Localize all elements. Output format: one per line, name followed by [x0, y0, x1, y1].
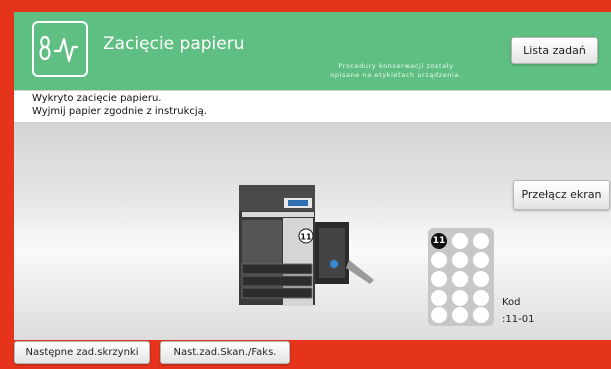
jam-location-keypad: 11 [428, 228, 494, 326]
jam-location-dot [473, 252, 489, 268]
jam-location-marker: 11 [300, 233, 312, 242]
paper-jam-icon [32, 21, 88, 77]
next-scan-fax-job-button[interactable]: Nast.zad.Skan./Faks. [160, 341, 290, 364]
switch-screen-button[interactable]: Przełącz ekran [513, 180, 610, 210]
jam-location-dot [452, 290, 468, 306]
header-bar: Zacięcie papieru Procedury konserwacji z… [14, 12, 611, 90]
maintenance-note: Procedury konserwacji zostały opisane na… [311, 62, 481, 80]
maintenance-note-line1: Procedury konserwacji zostały [338, 62, 454, 70]
jam-location-dot [473, 307, 489, 323]
jam-location-dot [452, 271, 468, 287]
jam-location-dot [431, 290, 447, 306]
jam-location-dot [473, 271, 489, 287]
message-line2: Wyjmij papier zgodnie z instrukcją. [32, 106, 207, 117]
jam-location-dot [431, 307, 447, 323]
jam-location-dot [473, 233, 489, 249]
jam-location-dot [473, 290, 489, 306]
jam-location-dot [431, 271, 447, 287]
jam-location-11: 11 [431, 233, 447, 249]
footer-bar: Następne zad.skrzynki Nast.zad.Skan./Fak… [14, 340, 611, 369]
page-title: Zacięcie papieru [103, 34, 245, 54]
error-code-value: :11-01 [502, 314, 535, 325]
message-bar: Wykryto zacięcie papieru. Wyjmij papier … [14, 90, 611, 122]
next-box-job-button[interactable]: Następne zad.skrzynki [14, 341, 150, 364]
device-screen: Zacięcie papieru Procedury konserwacji z… [0, 0, 611, 369]
message-line1: Wykryto zacięcie papieru. [32, 93, 162, 104]
printer-illustration: 11 [239, 185, 374, 306]
jam-guide-area: Przełącz ekran 11 11 Kod:11-01 [14, 122, 611, 340]
error-code-label: Kod [502, 297, 521, 308]
jam-location-dot [431, 252, 447, 268]
maintenance-note-line2: opisane na etykietach urządzenia. [330, 71, 462, 79]
jam-location-dot [452, 252, 468, 268]
job-list-button[interactable]: Lista zadań [511, 37, 598, 64]
jam-location-dot [452, 233, 468, 249]
jam-location-dot [452, 307, 468, 323]
